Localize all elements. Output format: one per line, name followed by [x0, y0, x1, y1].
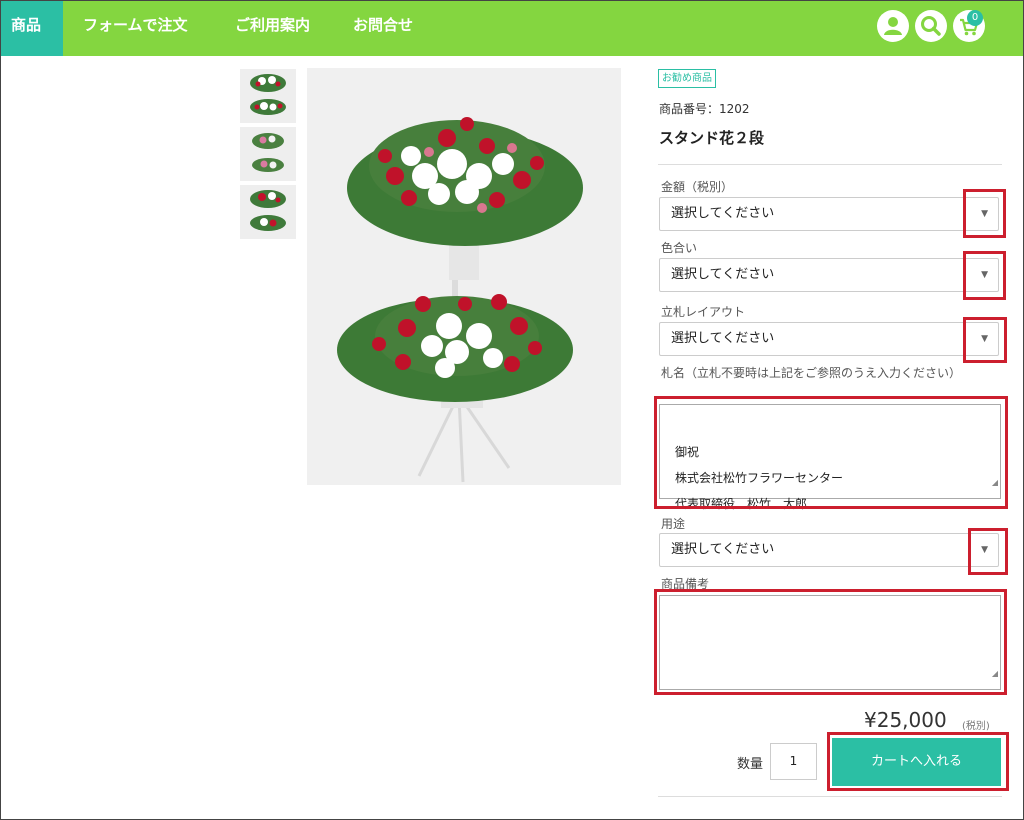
- resize-grip-icon[interactable]: ◢: [992, 661, 998, 687]
- top-nav-bar: 商品 フォームで注文 ご利用案内 お問合せ 0: [1, 1, 1023, 56]
- remarks-textarea[interactable]: ◢: [659, 595, 1001, 690]
- layout-label: 立札レイアウト: [661, 305, 746, 319]
- product-main-image: [307, 68, 621, 485]
- product-thumbnail-3[interactable]: [240, 185, 296, 239]
- chevron-down-icon: ▼: [981, 209, 988, 219]
- color-select[interactable]: 選択してください ▼: [659, 258, 999, 292]
- product-thumbnail-1[interactable]: [240, 69, 296, 123]
- divider-top: [658, 164, 1002, 165]
- chevron-down-icon: ▼: [981, 545, 988, 555]
- price-select-value: 選択してください: [671, 206, 775, 221]
- layout-select[interactable]: 選択してください ▼: [659, 322, 999, 356]
- recommended-badge: お勧め商品: [658, 69, 716, 88]
- quantity-input[interactable]: 1: [770, 743, 817, 780]
- product-thumbnail-2[interactable]: [240, 127, 296, 181]
- user-icon[interactable]: [877, 10, 909, 42]
- remarks-label: 商品備考: [661, 577, 710, 591]
- cart-count-badge: 0: [967, 10, 983, 26]
- fuda-textarea[interactable]: 御祝 株式会社松竹フラワーセンター 代表取締役 松竹 太郎 ◢: [659, 404, 1001, 511]
- product-number: 商品番号：1202: [659, 102, 750, 116]
- fuda-text: 御祝 株式会社松竹フラワーセンター 代表取締役 松竹 太郎: [675, 445, 844, 511]
- price-select[interactable]: 選択してください ▼: [659, 197, 999, 231]
- purpose-select[interactable]: 選択してください ▼: [659, 533, 999, 567]
- search-icon[interactable]: [915, 10, 947, 42]
- purpose-select-value: 選択してください: [671, 542, 775, 557]
- color-label: 色合い: [661, 241, 698, 255]
- nav-item-contact[interactable]: お問合せ: [335, 1, 431, 56]
- price-label: 金額（税別）: [661, 180, 734, 194]
- layout-select-value: 選択してください: [671, 331, 775, 346]
- price-tax-note: (税別): [962, 721, 990, 732]
- purpose-label: 用途: [661, 517, 686, 531]
- fuda-label: 札名（立札不要時は上記をご参照のうえ入力ください）: [661, 366, 962, 380]
- chevron-down-icon: ▼: [981, 270, 988, 280]
- quantity-label: 数量: [737, 757, 764, 772]
- nav-item-guide[interactable]: ご利用案内: [217, 1, 328, 56]
- product-price: ¥25,000: [864, 708, 947, 732]
- product-name: スタンド花２段: [659, 129, 765, 147]
- nav-item-form-order[interactable]: フォームで注文: [65, 1, 206, 56]
- nav-item-products[interactable]: 商品: [1, 1, 63, 56]
- divider-bottom: [658, 796, 1002, 797]
- resize-grip-icon[interactable]: ◢: [992, 470, 998, 496]
- chevron-down-icon: ▼: [981, 334, 988, 344]
- add-to-cart-button[interactable]: カートへ入れる: [832, 738, 1001, 786]
- color-select-value: 選択してください: [671, 267, 775, 282]
